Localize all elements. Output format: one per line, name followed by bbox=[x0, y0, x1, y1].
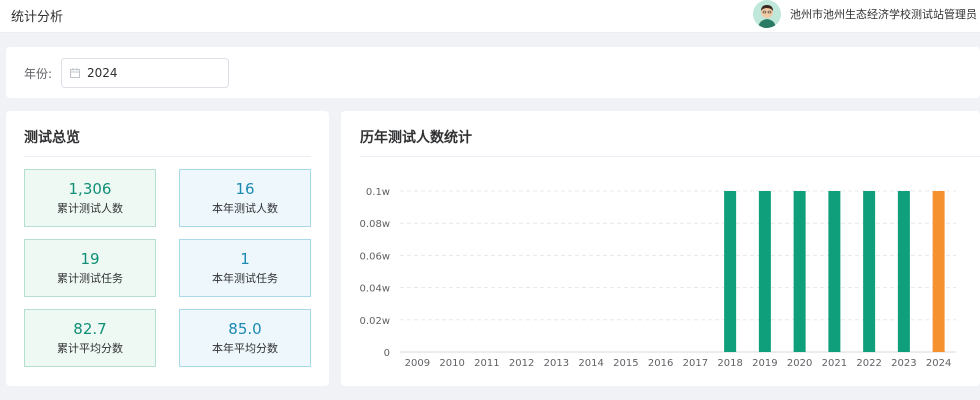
x-tick-label: 2013 bbox=[544, 358, 569, 369]
stat-total-tasks: 19 累计测试任务 bbox=[24, 239, 156, 297]
bar-2022[interactable] bbox=[863, 191, 876, 352]
stat-label: 本年测试人数 bbox=[212, 202, 278, 215]
stat-value: 16 bbox=[235, 180, 255, 198]
x-tick-label: 2019 bbox=[752, 358, 777, 369]
divider bbox=[24, 156, 311, 157]
year-value: 2024 bbox=[87, 66, 118, 80]
page-title: 统计分析 bbox=[11, 10, 64, 25]
stat-year-avg-score: 85.0 本年平均分数 bbox=[179, 309, 311, 367]
x-tick-label: 2016 bbox=[648, 358, 673, 369]
x-tick-label: 2010 bbox=[439, 358, 464, 369]
bar-2019[interactable] bbox=[758, 191, 771, 352]
stat-value: 85.0 bbox=[228, 320, 262, 338]
stat-value: 1,306 bbox=[68, 180, 112, 198]
top-bar: 统计分析 池州市池州生态经济学校测试站管理员 bbox=[0, 0, 980, 33]
chart-card: 历年测试人数统计 0 0.02w 0.04w 0.06w 0.08w 0.1w 2009 20… bbox=[341, 111, 980, 386]
filter-card: 年份: 2024 bbox=[6, 47, 980, 98]
y-tick-label: 0.08w bbox=[360, 219, 390, 230]
y-tick-label: 0.02w bbox=[360, 316, 390, 327]
overview-title: 测试总览 bbox=[24, 130, 80, 146]
x-tick-label: 2022 bbox=[856, 358, 881, 369]
user-name[interactable]: 池州市池州生态经济学校测试站管理员 bbox=[790, 6, 977, 22]
stat-label: 累计测试任务 bbox=[57, 272, 123, 285]
bar-2020[interactable] bbox=[793, 191, 806, 352]
bar-2024[interactable] bbox=[932, 191, 945, 352]
y-tick-label: 0 bbox=[384, 348, 390, 359]
overview-card: 测试总览 1,306 累计测试人数 16 本年测试人数 19 累计测试任务 1 … bbox=[6, 111, 329, 386]
bar-2021[interactable] bbox=[828, 191, 841, 352]
x-tick-label: 2024 bbox=[926, 358, 951, 369]
user-avatar-icon bbox=[753, 0, 781, 28]
stat-label: 累计平均分数 bbox=[57, 342, 123, 355]
y-tick-label: 0.06w bbox=[360, 251, 390, 262]
x-tick-label: 2020 bbox=[787, 358, 812, 369]
year-picker[interactable]: 2024 bbox=[61, 58, 229, 88]
x-tick-label: 2021 bbox=[822, 358, 847, 369]
stat-label: 累计测试人数 bbox=[57, 202, 123, 215]
stat-value: 19 bbox=[80, 250, 100, 268]
stat-total-testers: 1,306 累计测试人数 bbox=[24, 169, 156, 227]
x-tick-label: 2023 bbox=[891, 358, 916, 369]
stat-value: 82.7 bbox=[73, 320, 107, 338]
y-tick-label: 0.04w bbox=[360, 284, 390, 295]
year-label: 年份: bbox=[24, 67, 53, 81]
stat-year-tasks: 1 本年测试任务 bbox=[179, 239, 311, 297]
stat-label: 本年平均分数 bbox=[212, 342, 278, 355]
avatar[interactable] bbox=[753, 0, 781, 28]
stat-value: 1 bbox=[240, 250, 250, 268]
stat-label: 本年测试任务 bbox=[212, 272, 278, 285]
y-tick-label: 0.1w bbox=[366, 187, 390, 198]
bar-chart: 0 0.02w 0.04w 0.06w 0.08w 0.1w 2009 2010 2011 201… bbox=[360, 187, 956, 369]
x-tick-label: 2018 bbox=[717, 358, 742, 369]
x-tick-label: 2011 bbox=[474, 358, 499, 369]
x-tick-label: 2015 bbox=[613, 358, 638, 369]
bar-2023[interactable] bbox=[897, 191, 910, 352]
bar-2018[interactable] bbox=[724, 191, 737, 352]
calendar-icon bbox=[70, 68, 80, 78]
stat-total-avg-score: 82.7 累计平均分数 bbox=[24, 309, 156, 367]
x-tick-label: 2009 bbox=[405, 358, 430, 369]
x-tick-label: 2014 bbox=[578, 358, 603, 369]
stat-year-testers: 16 本年测试人数 bbox=[179, 169, 311, 227]
x-tick-label: 2012 bbox=[509, 358, 534, 369]
x-tick-label: 2017 bbox=[683, 358, 708, 369]
